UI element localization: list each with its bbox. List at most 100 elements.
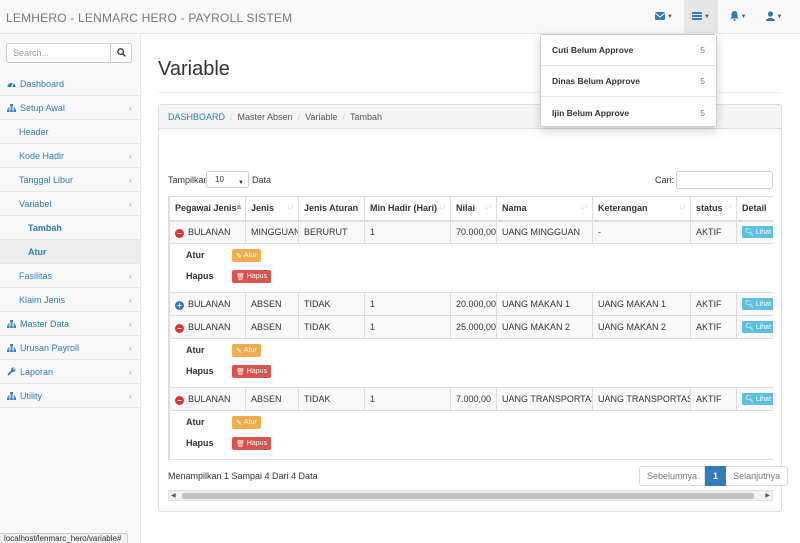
horizontal-scrollbar[interactable]: ◀ ▶: [168, 490, 773, 501]
sidebar-item-utility[interactable]: Utility ‹: [0, 384, 140, 408]
search-input[interactable]: [6, 43, 111, 63]
pagination-prev[interactable]: Sebelumnya: [639, 466, 706, 486]
sidebar-item-tanggal-libur[interactable]: Tanggal Libur ‹: [0, 168, 140, 192]
sidebar-item-klaim-jenis[interactable]: Klaim Jenis ‹: [0, 288, 140, 312]
cell-status: AKTIF: [690, 220, 737, 244]
sidebar-item-master-data[interactable]: Master Data ‹: [0, 312, 140, 336]
sidebar-item-label: Fasilitas: [19, 270, 53, 281]
cell-pegawai-jenis: – BULANAN: [169, 315, 246, 339]
breadcrumb-item: Tambah: [349, 111, 382, 122]
sidebar-item-kode-hadir[interactable]: Kode Hadir ‹: [0, 144, 140, 168]
cell-status: AKTIF: [690, 387, 737, 411]
app-brand[interactable]: LEMHERO - LENMARC HERO - PAYROLL SISTEM: [6, 11, 292, 25]
scroll-left-icon[interactable]: ◀: [171, 491, 176, 501]
hapus-label: Hapus: [186, 271, 214, 281]
sidebar-item-dashboard[interactable]: Dashboard: [0, 72, 140, 96]
cell-min-hadir: 1: [364, 387, 451, 411]
button-label: Atur: [243, 252, 257, 259]
atur-label: Atur: [186, 417, 205, 427]
sidebar-item-variabel[interactable]: Variabel ‹: [0, 192, 140, 216]
expand-row-icon[interactable]: +: [175, 300, 184, 310]
sidebar-item-header[interactable]: Header: [0, 120, 140, 144]
lihat-button[interactable]: 🔍︎ Lihat: [742, 298, 773, 310]
cell-nama: UANG MAKAN 2: [496, 315, 593, 339]
lihat-button[interactable]: 🔍︎ Lihat: [742, 393, 773, 405]
user-dropdown-toggle[interactable]: ▼: [758, 0, 790, 34]
sidebar-item-setup-awal[interactable]: Setup Awal ‹: [0, 96, 140, 120]
breadcrumb-dashboard-link[interactable]: DASHBOARD: [168, 112, 225, 122]
search-button[interactable]: [111, 43, 132, 63]
collapse-row-icon[interactable]: –: [175, 395, 184, 405]
sidebar-item-label: Variabel: [19, 198, 52, 209]
row-detail-cell: Atur ✎ Atur Hapus 🗑︎ Hapus: [169, 338, 773, 388]
tasks-icon: [692, 12, 703, 22]
row-detail-cell: Atur ✎ Atur Hapus 🗑︎ Hapus: [169, 243, 773, 293]
table-row-detail: Atur ✎ Atur Hapus 🗑︎ Hapus: [169, 243, 773, 293]
search-icon: 🔍︎: [745, 301, 754, 308]
sidebar-item-laporan[interactable]: Laporan ‹: [0, 360, 140, 384]
hapus-button[interactable]: 🗑︎ Hapus: [232, 270, 272, 283]
atur-button[interactable]: ✎ Atur: [232, 416, 261, 429]
atur-button[interactable]: ✎ Atur: [232, 249, 261, 262]
hapus-button[interactable]: 🗑︎ Hapus: [232, 437, 272, 450]
button-label: Atur: [243, 419, 257, 426]
sidebar-item-label: Tanggal Libur: [19, 174, 74, 185]
lihat-button[interactable]: 🔍︎ Lihat: [742, 226, 773, 239]
dropdown-item-dinas[interactable]: Dinas Belum Approve 5: [541, 66, 716, 97]
page-length-value: 10: [215, 175, 224, 184]
button-label: Hapus: [246, 273, 268, 280]
collapse-row-icon[interactable]: –: [175, 228, 184, 238]
sort-asc-icon: ↓a: [233, 204, 241, 211]
atur-button[interactable]: ✎ Atur: [232, 344, 261, 357]
column-header-nilai[interactable]: Nilai ↓↑: [450, 196, 497, 222]
pencil-icon: ✎: [236, 419, 242, 427]
dropdown-item-count: 5: [700, 107, 705, 118]
sort-icon: ↓↑: [725, 204, 732, 211]
tasks-dropdown-menu: Cuti Belum Approve 5 Dinas Belum Approve…: [540, 34, 717, 127]
cell-nilai: 7.000,00: [450, 387, 497, 411]
column-header-label: Jenis: [251, 203, 275, 214]
tasks-dropdown-toggle[interactable]: ▼: [684, 0, 718, 34]
collapse-row-icon[interactable]: –: [175, 323, 184, 333]
column-header-detail[interactable]: Detail: [736, 196, 773, 222]
hapus-button[interactable]: 🗑︎ Hapus: [232, 365, 272, 378]
lihat-button[interactable]: 🔍︎ Lihat: [742, 321, 773, 333]
search-icon: 🔍︎: [745, 396, 754, 403]
messages-dropdown-toggle[interactable]: ▼: [648, 0, 680, 34]
cell-jenis: ABSEN: [245, 292, 299, 316]
button-label: Hapus: [246, 440, 268, 447]
scroll-right-icon[interactable]: ▶: [765, 491, 770, 501]
column-header-jenis[interactable]: Jenis ↓↑: [245, 196, 299, 222]
column-header-label: Pegawai Jenis: [175, 203, 237, 214]
chevron-left-icon: ‹: [129, 102, 132, 113]
pagination-next[interactable]: Selanjutnya: [726, 466, 789, 486]
column-header-min-hadir[interactable]: Min Hadir (Hari) ↓↑: [364, 196, 451, 222]
sidebar-item-label: Kode Hadir: [19, 150, 65, 161]
column-header-status[interactable]: status ↓↑: [690, 196, 737, 222]
cell-keterangan: UANG MAKAN 1: [592, 292, 691, 316]
column-header-pegawai-jenis[interactable]: Pegawai Jenis ↓a: [169, 196, 246, 222]
column-header-keterangan[interactable]: Keterangan ↓↑: [592, 196, 691, 222]
breadcrumb-item: Variable: [305, 111, 338, 122]
sidebar-item-urusan-payroll[interactable]: Urusan Payroll ‹: [0, 336, 140, 360]
sidebar-item-fasilitas[interactable]: Fasilitas ‹: [0, 264, 140, 288]
dropdown-item-ijin[interactable]: Ijin Belum Approve 5: [541, 97, 716, 128]
button-label: Hapus: [246, 368, 268, 375]
cell-keterangan: UANG TRANSPORTASI: [592, 387, 691, 411]
caret-down-icon: ▼: [704, 14, 710, 20]
sidebar-item-atur[interactable]: Atur: [0, 240, 140, 264]
table-search-input[interactable]: [676, 171, 773, 189]
cell-jenis: ABSEN: [245, 387, 299, 411]
page-length-select[interactable]: 10 ▼: [206, 171, 249, 188]
column-header-nama[interactable]: Nama ↓↑: [496, 196, 593, 222]
breadcrumb-separator: /: [230, 111, 233, 122]
sidebar-item-tambah[interactable]: Tambah: [0, 216, 140, 240]
sitemap-icon: [7, 391, 17, 400]
alerts-dropdown-toggle[interactable]: ▼: [722, 0, 754, 34]
dropdown-item-cuti[interactable]: Cuti Belum Approve 5: [541, 35, 716, 66]
scrollbar-thumb[interactable]: [182, 493, 754, 499]
pagination-page-1[interactable]: 1: [705, 466, 727, 486]
column-header-jenis-aturan[interactable]: Jenis Aturan ↓↑: [298, 196, 365, 222]
cell-pegawai-jenis: + BULANAN: [169, 292, 246, 316]
cell-pegawai-jenis: – BULANAN: [169, 220, 246, 244]
